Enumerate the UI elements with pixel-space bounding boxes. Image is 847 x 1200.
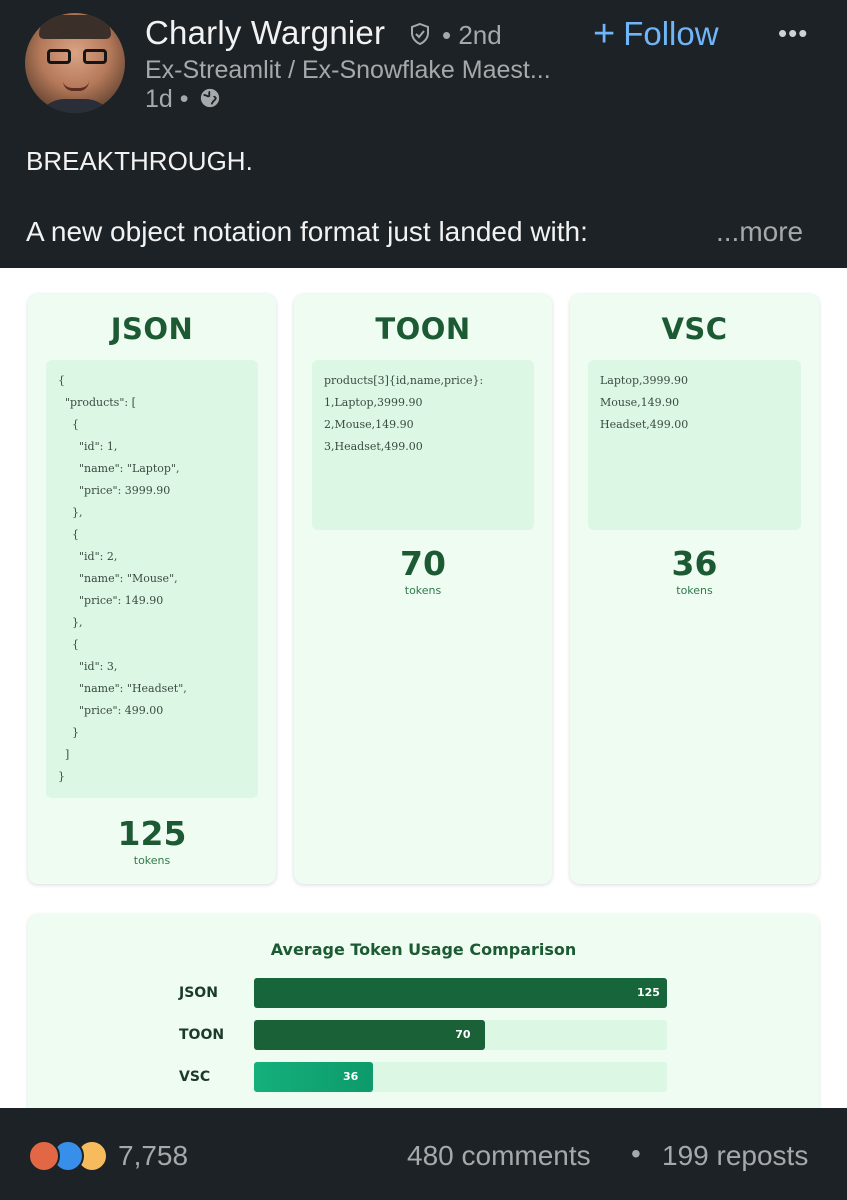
token-count: 70: [400, 544, 446, 583]
separator-dot: •: [631, 1138, 641, 1169]
code-line: "price": 3999.90: [58, 484, 171, 497]
author-name[interactable]: Charly Wargnier: [145, 14, 385, 52]
reaction-count[interactable]: 7,758: [118, 1140, 188, 1172]
bar-value-label: 125: [637, 986, 660, 999]
format-card-json: JSON { "products": [ { "id": 1, "name": …: [28, 294, 276, 884]
token-usage-chart: Average Token Usage Comparison JSON 125 TO…: [28, 914, 819, 1108]
reposts-link[interactable]: 199 reposts: [662, 1140, 808, 1172]
code-line: {: [58, 528, 79, 541]
code-line: "name": "Laptop",: [58, 462, 180, 475]
comments-link[interactable]: 480 comments: [407, 1140, 591, 1172]
card-title: VSC: [661, 312, 728, 346]
verified-shield-icon: [411, 22, 429, 46]
bar-value-label: 36: [342, 1070, 359, 1083]
code-line: "id": 2,: [58, 550, 118, 563]
code-box: { "products": [ { "id": 1, "name": "Lapt…: [46, 360, 258, 798]
post-text-line-1: BREAKTHROUGH.: [26, 146, 253, 176]
code-line: }: [58, 770, 65, 783]
post-image[interactable]: JSON { "products": [ { "id": 1, "name": …: [0, 268, 847, 1108]
author-avatar[interactable]: [25, 13, 125, 113]
code-line: {: [58, 374, 65, 387]
token-label: tokens: [404, 584, 442, 597]
code-line: "price": 499.00: [58, 704, 164, 717]
post-header: Charly Wargnier • 2nd Ex-Streamlit / Ex-…: [0, 0, 847, 268]
bar: [254, 978, 667, 1008]
code-line: "products": [: [58, 396, 136, 409]
card-title: TOON: [375, 312, 471, 346]
funny-reaction-icon: [28, 1140, 60, 1172]
token-count: 36: [671, 544, 718, 583]
reaction-icons[interactable]: [28, 1140, 112, 1176]
bar: [254, 1020, 486, 1050]
code-line: 2,Mouse,149.90: [324, 418, 414, 431]
token-label: tokens: [676, 584, 713, 597]
code-line: products[3]{id,name,price}:: [324, 374, 484, 387]
bar-label: JSON: [179, 985, 218, 1001]
format-card-toon: TOON products[3]{id,name,price}: 1,Laptop…: [294, 294, 552, 884]
code-line: },: [58, 506, 83, 519]
code-line: "name": "Mouse",: [58, 572, 178, 585]
token-count: 125: [117, 814, 187, 853]
more-options-icon[interactable]: •••: [778, 18, 814, 48]
code-line: {: [58, 638, 79, 651]
code-line: "id": 3,: [58, 660, 118, 673]
author-headline: Ex-Streamlit / Ex-Snowflake Maest...: [145, 56, 551, 84]
code-line: Headset,499.00: [600, 418, 689, 431]
code-line: 3,Headset,499.00: [324, 440, 423, 453]
plus-icon: +: [593, 13, 616, 55]
code-line: "id": 1,: [58, 440, 118, 453]
follow-label: Follow: [623, 15, 719, 52]
bar-label: VSC: [179, 1069, 211, 1085]
token-label: tokens: [133, 854, 171, 867]
connection-degree: • 2nd: [442, 20, 502, 50]
code-line: Mouse,149.90: [600, 396, 680, 409]
code-line: {: [58, 418, 79, 431]
code-line: "price": 149.90: [58, 594, 164, 607]
code-line: "name": "Headset",: [58, 682, 187, 695]
globe-icon: [200, 88, 220, 108]
card-title: JSON: [110, 312, 194, 346]
chart-title: Average Token Usage Comparison: [270, 940, 577, 959]
post-time: 1d •: [145, 85, 189, 113]
code-box: products[3]{id,name,price}: 1,Laptop,3999…: [312, 360, 534, 530]
code-line: 1,Laptop,3999.90: [324, 396, 423, 409]
see-more-link[interactable]: ...more: [716, 216, 803, 248]
code-line: }: [58, 726, 79, 739]
format-card-vsc: VSC Laptop,3999.90 Mouse,149.90 Headset,49…: [570, 294, 819, 884]
social-actions-bar: 7,758 480 comments • 199 reposts: [0, 1108, 847, 1200]
follow-button[interactable]: + Follow: [593, 14, 719, 54]
code-line: ]: [58, 748, 70, 761]
bar-value-label: 70: [455, 1028, 471, 1041]
post-text-line-2: A new object notation format just landed…: [26, 216, 588, 247]
code-line: Laptop,3999.90: [600, 374, 688, 387]
bar-label: TOON: [179, 1027, 225, 1043]
code-line: },: [58, 616, 83, 629]
code-box: Laptop,3999.90 Mouse,149.90 Headset,499.00: [588, 360, 801, 530]
